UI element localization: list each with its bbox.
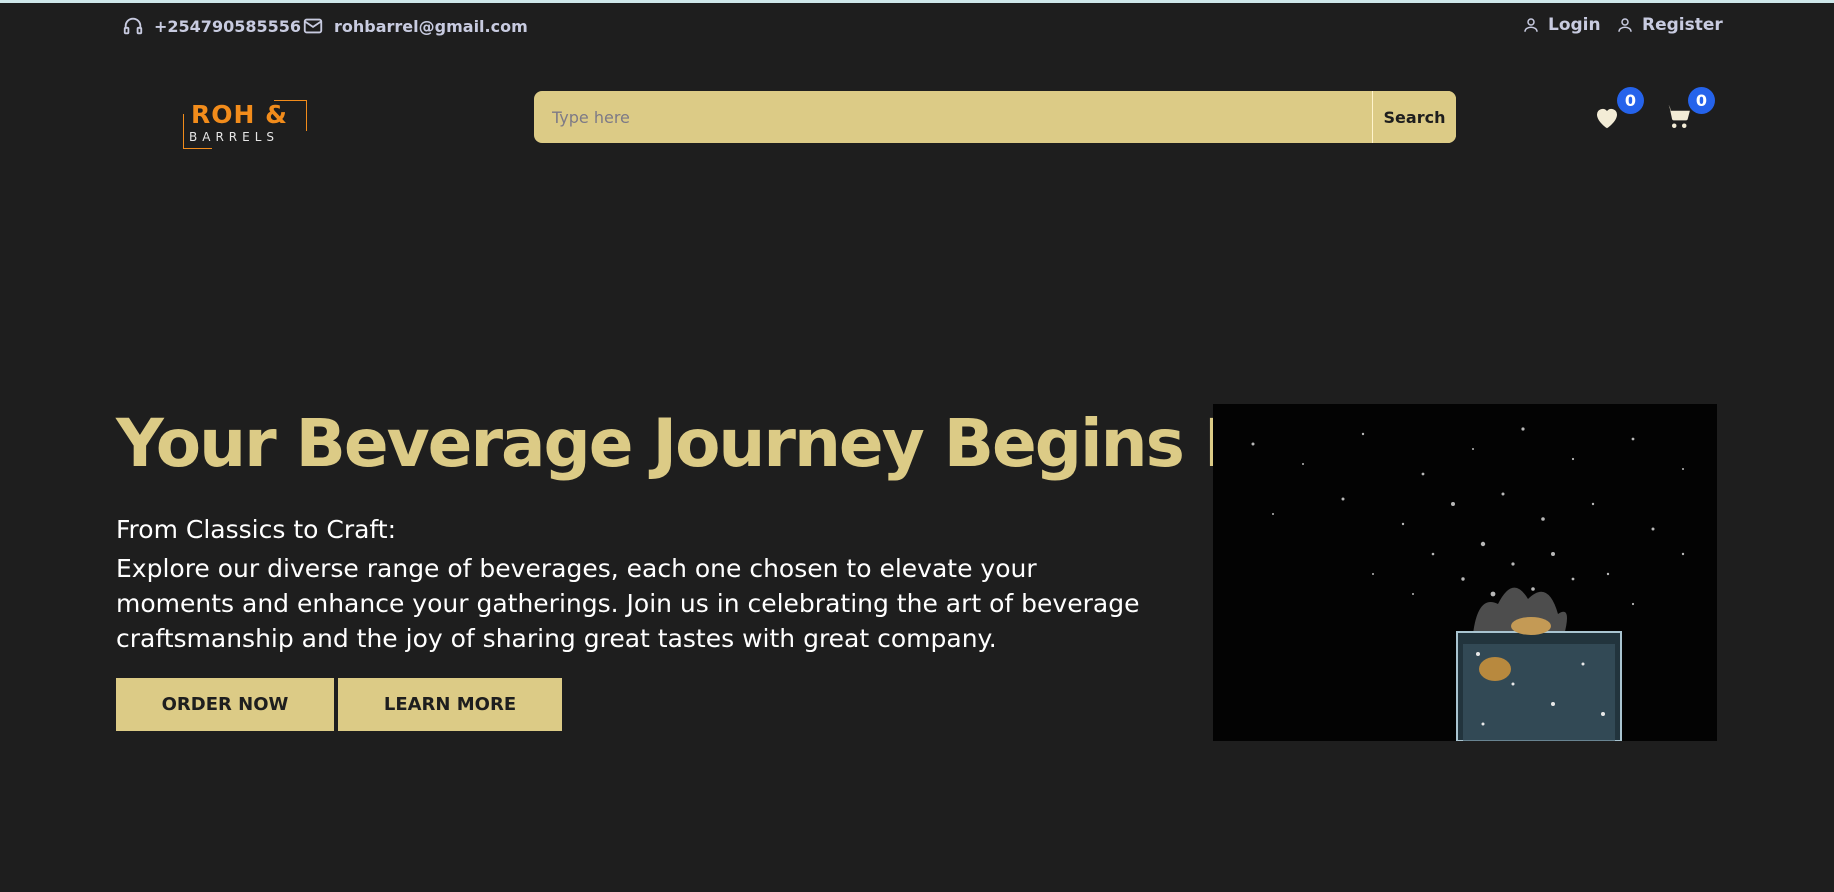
login-link[interactable]: Login: [1522, 15, 1601, 35]
search-button[interactable]: Search: [1372, 91, 1456, 143]
email-contact[interactable]: rohbarrel@gmail.com: [302, 15, 528, 37]
wishlist-count-badge: 0: [1617, 87, 1644, 114]
user-icon: [1524, 18, 1538, 32]
search-bar: Search: [534, 91, 1456, 143]
learn-more-button[interactable]: LEARN MORE: [338, 678, 562, 731]
wishlist-button[interactable]: 0: [1592, 87, 1644, 132]
register-label: Register: [1642, 15, 1723, 35]
headphones-icon: [123, 17, 143, 35]
hero-image: [1213, 404, 1717, 741]
order-now-button[interactable]: ORDER NOW: [116, 678, 334, 731]
hero-subtitle: From Classics to Craft:: [116, 515, 397, 544]
search-input[interactable]: [534, 91, 1372, 143]
hero-description: Explore our diverse range of beverages, …: [116, 554, 1140, 653]
user-icon: [1618, 18, 1632, 32]
logo-wordmark-top: ROH &: [191, 100, 288, 129]
glass-splash-illustration: [1213, 404, 1717, 741]
cart-button[interactable]: 0: [1663, 87, 1715, 132]
login-label: Login: [1548, 15, 1601, 35]
email-address: rohbarrel@gmail.com: [334, 16, 528, 36]
logo-wordmark-bottom: BARRELS: [189, 130, 280, 144]
cart-count-badge: 0: [1688, 87, 1715, 114]
envelope-icon: [303, 18, 323, 34]
phone-number: +254790585556: [154, 16, 301, 36]
site-logo[interactable]: ROH & BARRELS: [183, 100, 307, 150]
contact-bar: +254790585556 rohbarrel@gmail.com Login …: [0, 3, 1834, 47]
phone-contact[interactable]: +254790585556: [122, 15, 301, 37]
register-link[interactable]: Register: [1616, 15, 1723, 35]
hero-title: Your Beverage Journey Begins Here: [116, 405, 1375, 482]
